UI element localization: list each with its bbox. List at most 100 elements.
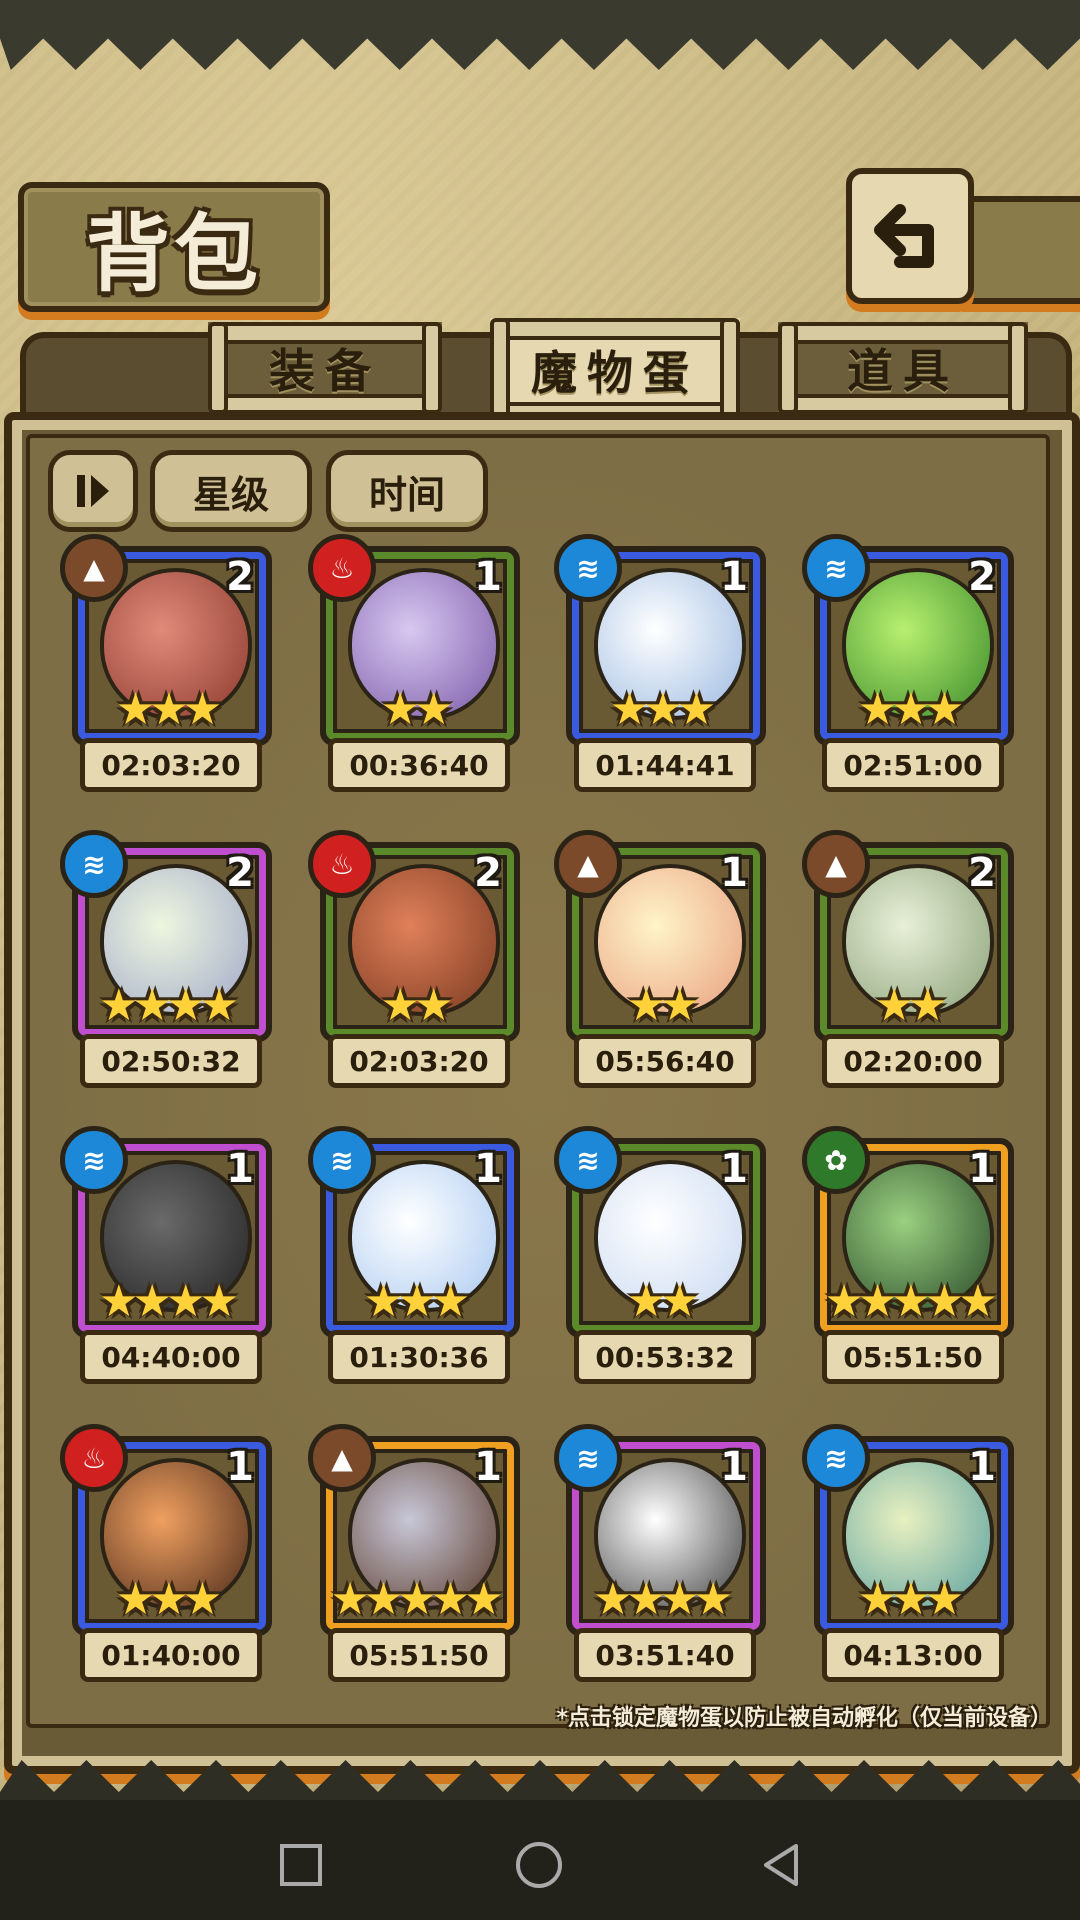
- egg-card[interactable]: 1 ▲ ★★★★★ 05:51:50: [308, 1424, 520, 1682]
- egg-count: 1: [720, 1146, 748, 1192]
- egg-card[interactable]: 1 ≋ ★★★ 01:44:41: [554, 534, 766, 792]
- star-rating: ★★★★★: [330, 1574, 503, 1625]
- egg-count: 1: [474, 1444, 502, 1490]
- hatch-timer: 00:53:32: [574, 1330, 756, 1384]
- star-rating: ★★★★: [593, 1574, 733, 1625]
- earth-element-icon: ▲: [60, 534, 128, 602]
- hatch-timer: 02:03:20: [328, 1034, 510, 1088]
- hatch-timer: 01:40:00: [80, 1628, 262, 1682]
- water-element-icon: ≋: [60, 830, 128, 898]
- water-element-icon: ≋: [308, 1126, 376, 1194]
- water-element-icon: ≋: [802, 1424, 870, 1492]
- back-button[interactable]: [846, 168, 974, 304]
- circle-icon[interactable]: [514, 1840, 564, 1890]
- title-plate: 背包: [18, 182, 330, 312]
- hatch-timer: 04:13:00: [822, 1628, 1004, 1682]
- egg-count: 1: [968, 1146, 996, 1192]
- egg-card[interactable]: 1 ✿ ★★★★★ 05:51:50: [802, 1126, 1014, 1384]
- tab-equipment[interactable]: 装备: [208, 322, 442, 414]
- egg-card[interactable]: 1 ≋ ★★★ 01:30:36: [308, 1126, 520, 1384]
- egg-card[interactable]: 2 ≋ ★★★ 02:51:00: [802, 534, 1014, 792]
- egg-count: 2: [226, 850, 254, 896]
- star-rating: ★★★: [115, 684, 222, 735]
- star-rating: ★★★★: [99, 1276, 239, 1327]
- egg-count: 2: [968, 554, 996, 600]
- egg-card[interactable]: 1 ♨ ★★★ 01:40:00: [60, 1424, 272, 1682]
- egg-count: 1: [474, 1146, 502, 1192]
- tab-monster-egg-label: 魔物蛋: [531, 346, 699, 400]
- egg-card[interactable]: 2 ▲ ★★ 02:20:00: [802, 830, 1014, 1088]
- tab-items[interactable]: 道具: [778, 322, 1028, 414]
- egg-card[interactable]: 2 ≋ ★★★★ 02:50:32: [60, 830, 272, 1088]
- egg-count: 1: [474, 554, 502, 600]
- hatch-timer: 04:40:00: [80, 1330, 262, 1384]
- egg-count: 1: [968, 1444, 996, 1490]
- star-rating: ★★: [874, 980, 948, 1031]
- fire-element-icon: ♨: [308, 830, 376, 898]
- tab-items-label: 道具: [847, 344, 959, 398]
- star-rating: ★★: [380, 684, 454, 735]
- hatch-timer: 00:36:40: [328, 738, 510, 792]
- hatch-timer: 02:50:32: [80, 1034, 262, 1088]
- sort-by-star-label: 星级: [192, 472, 269, 517]
- egg-count: 1: [720, 554, 748, 600]
- pause-sort-icon: [77, 475, 109, 507]
- sort-by-time-button[interactable]: 时间: [326, 450, 488, 532]
- water-element-icon: ≋: [554, 534, 622, 602]
- egg-count: 1: [720, 850, 748, 896]
- hatch-timer: 01:44:41: [574, 738, 756, 792]
- egg-card[interactable]: 2 ▲ ★★★ 02:03:20: [60, 534, 272, 792]
- hatch-timer: 01:30:36: [328, 1330, 510, 1384]
- egg-card[interactable]: 1 ♨ ★★ 00:36:40: [308, 534, 520, 792]
- star-rating: ★★★: [857, 1574, 964, 1625]
- hatch-timer: 02:03:20: [80, 738, 262, 792]
- square-icon[interactable]: [276, 1840, 326, 1890]
- tab-equipment-label: 装备: [269, 344, 381, 398]
- star-rating: ★★: [626, 1276, 700, 1327]
- hatch-timer: 05:56:40: [574, 1034, 756, 1088]
- fire-element-icon: ♨: [60, 1424, 128, 1492]
- wind-element-icon: ✿: [802, 1126, 870, 1194]
- egg-card[interactable]: 1 ≋ ★★★★ 03:51:40: [554, 1424, 766, 1682]
- sort-by-time-label: 时间: [368, 472, 445, 517]
- sort-order-button[interactable]: [48, 450, 138, 532]
- egg-count: 2: [474, 850, 502, 896]
- egg-count: 1: [720, 1444, 748, 1490]
- lock-hint-text: *点击锁定魔物蛋以防止被自动孵化（仅当前设备）: [556, 1706, 1052, 1731]
- water-element-icon: ≋: [802, 534, 870, 602]
- water-element-icon: ≋: [554, 1424, 622, 1492]
- egg-count: 2: [968, 850, 996, 896]
- earth-element-icon: ▲: [554, 830, 622, 898]
- egg-card[interactable]: 1 ≋ ★★ 00:53:32: [554, 1126, 766, 1384]
- hatch-timer: 02:20:00: [822, 1034, 1004, 1088]
- earth-element-icon: ▲: [802, 830, 870, 898]
- hatch-timer: 03:51:40: [574, 1628, 756, 1682]
- egg-card[interactable]: 2 ♨ ★★ 02:03:20: [308, 830, 520, 1088]
- egg-card[interactable]: 1 ▲ ★★ 05:56:40: [554, 830, 766, 1088]
- water-element-icon: ≋: [60, 1126, 128, 1194]
- triangle-back-icon[interactable]: [756, 1840, 806, 1890]
- star-rating: ★★★★: [99, 980, 239, 1031]
- return-arrow-icon: [874, 204, 934, 268]
- sort-by-star-button[interactable]: 星级: [150, 450, 312, 532]
- hatch-timer: 02:51:00: [822, 738, 1004, 792]
- star-rating: ★★★: [363, 1276, 470, 1327]
- egg-card[interactable]: 1 ≋ ★★★★ 04:40:00: [60, 1126, 272, 1384]
- star-rating: ★★★: [609, 684, 716, 735]
- water-element-icon: ≋: [554, 1126, 622, 1194]
- egg-card[interactable]: 1 ≋ ★★★ 04:13:00: [802, 1424, 1014, 1682]
- page-title: 背包: [85, 203, 262, 303]
- egg-count: 1: [226, 1444, 254, 1490]
- fire-element-icon: ♨: [308, 534, 376, 602]
- star-rating: ★★★: [857, 684, 964, 735]
- hatch-timer: 05:51:50: [328, 1628, 510, 1682]
- egg-count: 2: [226, 554, 254, 600]
- star-rating: ★★: [380, 980, 454, 1031]
- back-rail: [962, 196, 1080, 304]
- earth-element-icon: ▲: [308, 1424, 376, 1492]
- tab-monster-egg[interactable]: 魔物蛋: [490, 318, 740, 422]
- star-rating: ★★★★★: [824, 1276, 997, 1327]
- star-rating: ★★: [626, 980, 700, 1031]
- egg-count: 1: [226, 1146, 254, 1192]
- hatch-timer: 05:51:50: [822, 1330, 1004, 1384]
